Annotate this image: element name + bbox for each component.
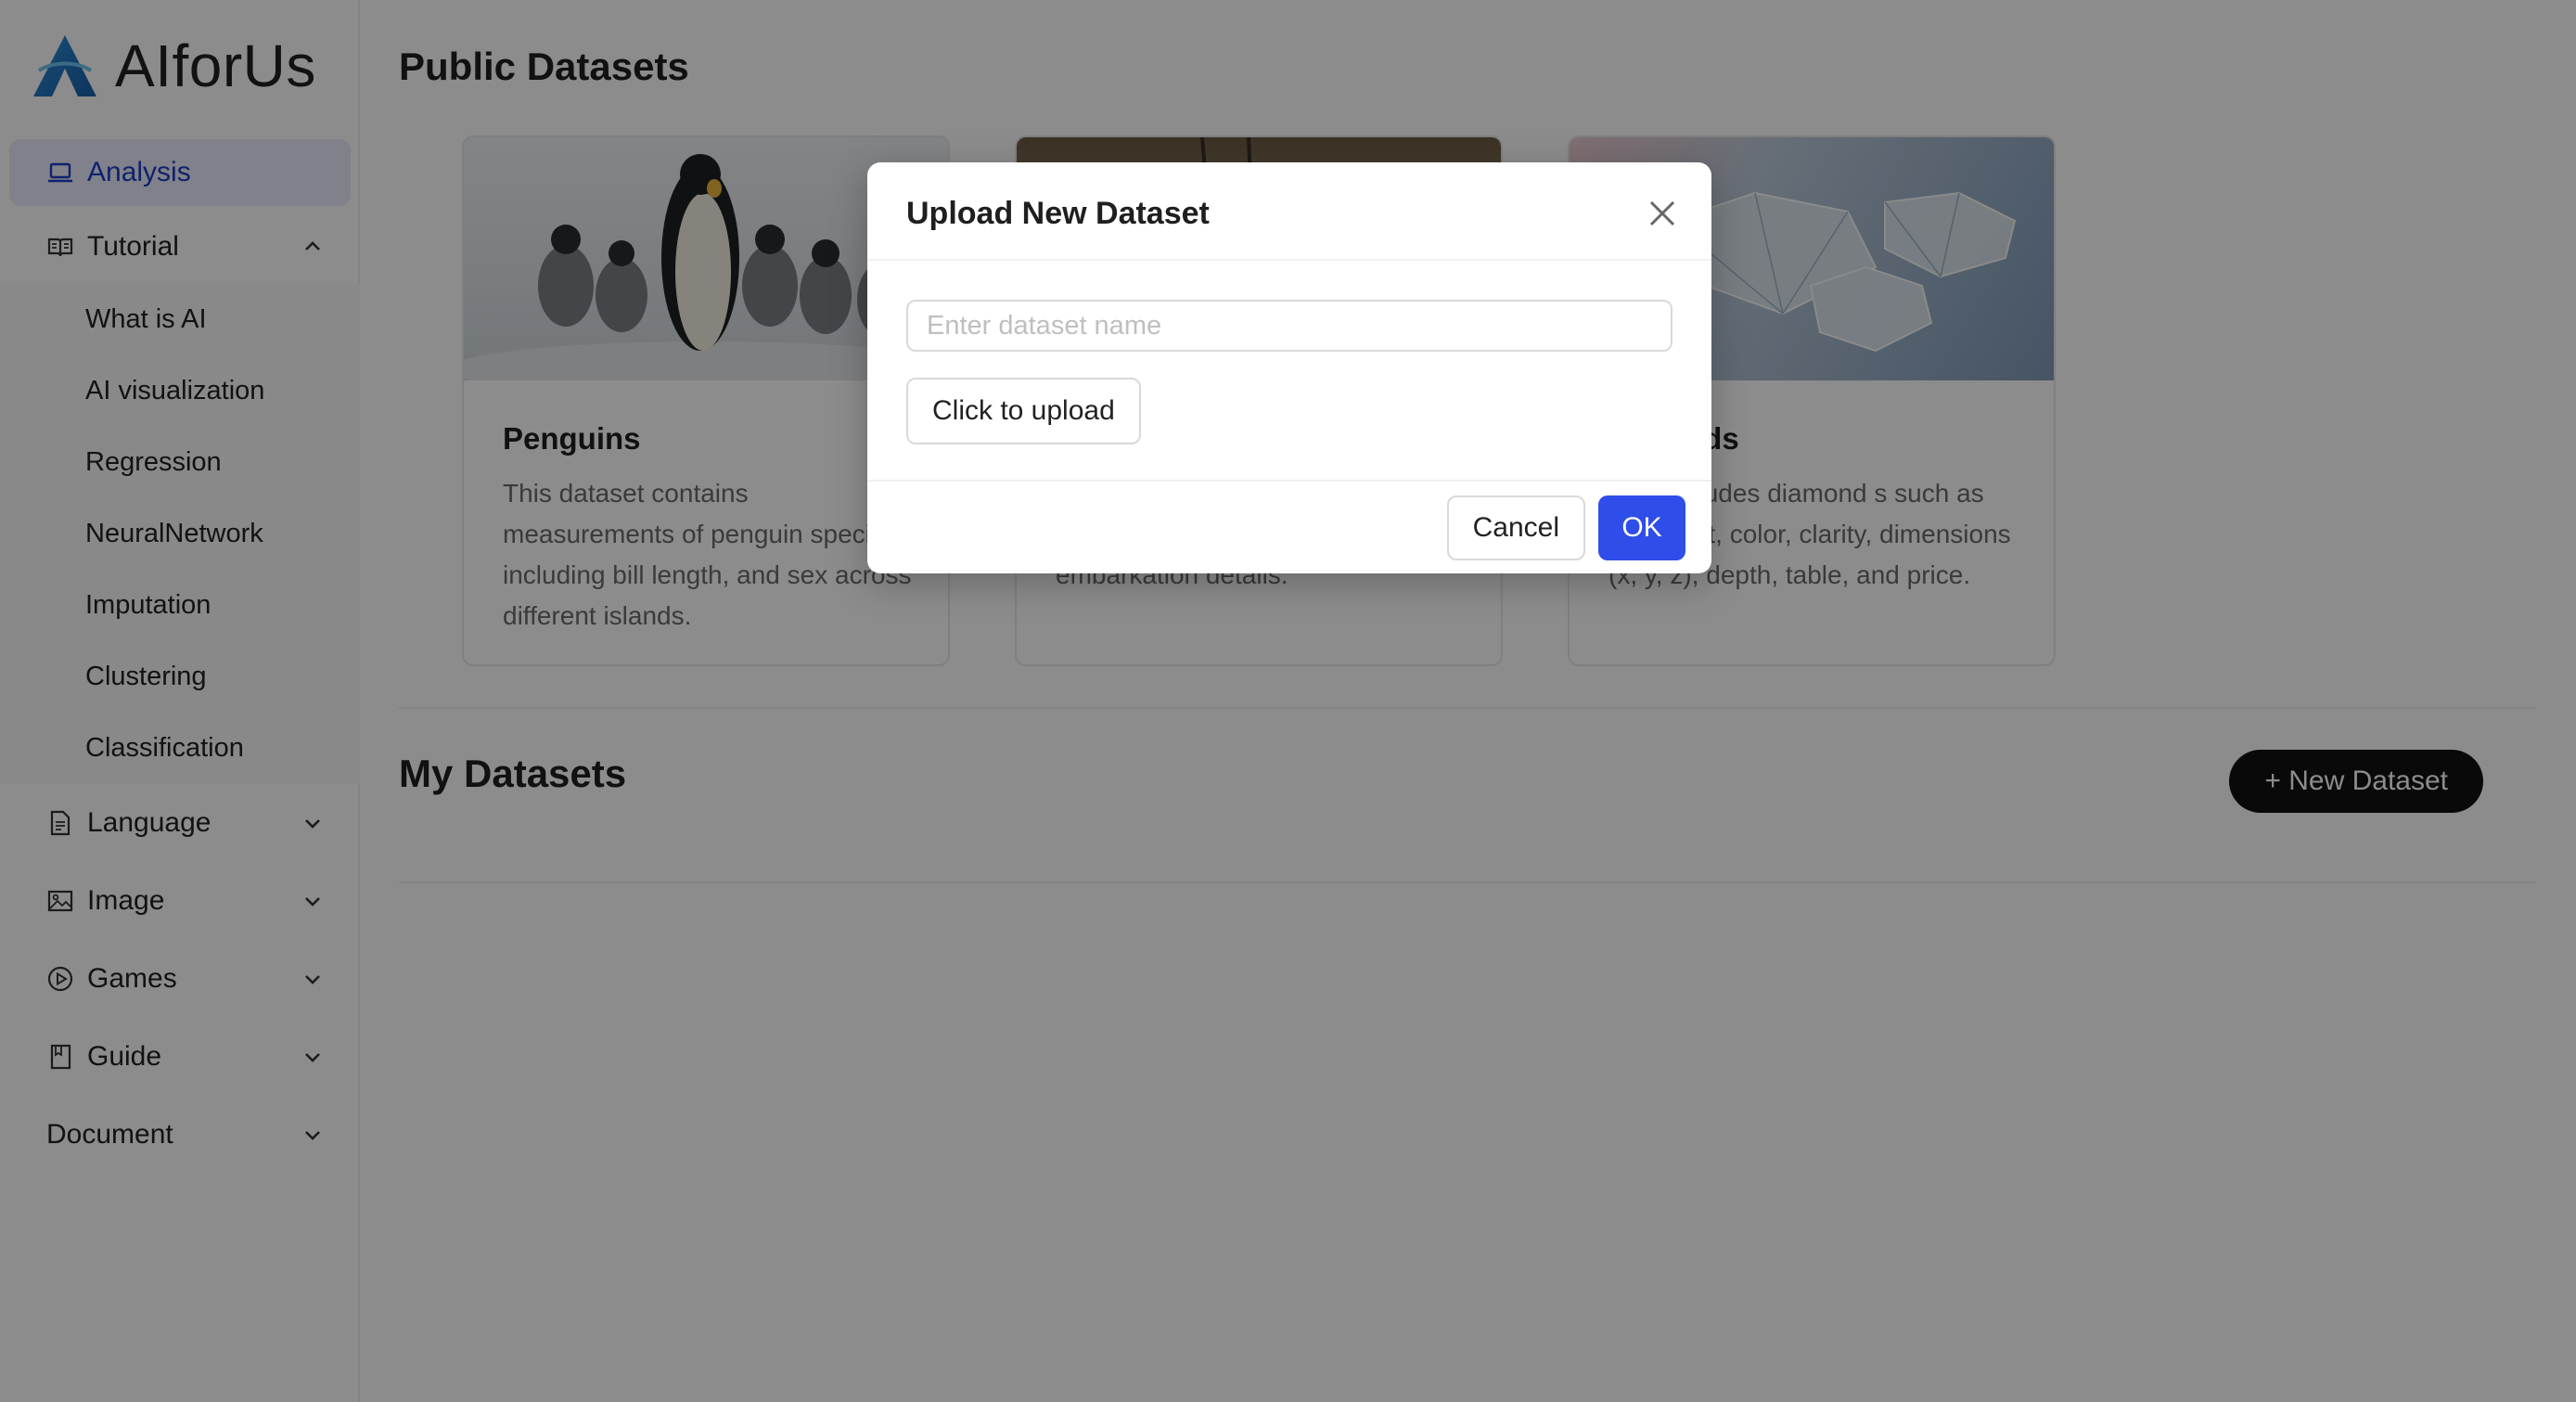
modal-header: Upload New Dataset — [867, 162, 1711, 261]
cancel-button[interactable]: Cancel — [1446, 495, 1585, 560]
upload-dataset-modal: Upload New Dataset Click to upload Cance… — [867, 162, 1711, 573]
close-icon[interactable] — [1647, 198, 1678, 229]
click-to-upload-button[interactable]: Click to upload — [906, 378, 1141, 444]
dataset-name-input[interactable] — [906, 300, 1672, 352]
modal-title: Upload New Dataset — [906, 196, 1210, 231]
ok-button[interactable]: OK — [1598, 495, 1685, 560]
modal-body: Click to upload — [867, 261, 1711, 482]
modal-footer: Cancel OK — [867, 482, 1711, 572]
app-root: AIforUs Analysis Tutorial What is AI AI … — [0, 0, 2576, 1402]
